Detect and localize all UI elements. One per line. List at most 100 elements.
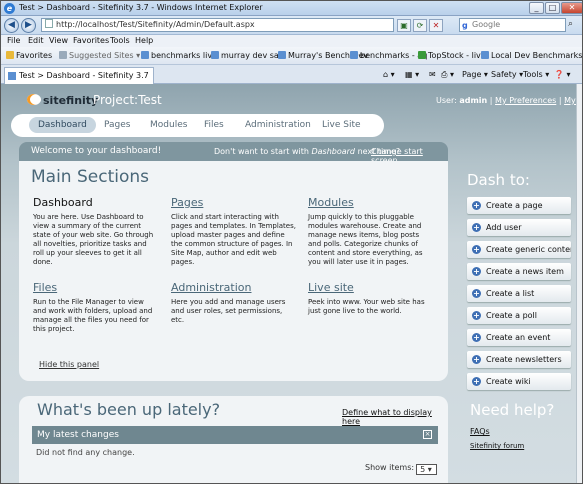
fav-murray-dev-sale[interactable]: murray dev sale: [211, 51, 286, 60]
need-help-title: Need help?: [470, 401, 555, 419]
menu-help[interactable]: Help: [135, 36, 153, 45]
show-items-select[interactable]: 5 ▾: [416, 464, 438, 475]
section-title-link[interactable]: Files: [33, 281, 158, 294]
hide-panel-link[interactable]: Hide this panel: [39, 360, 99, 369]
dash-to-title: Dash to:: [467, 171, 530, 189]
page-icon: [418, 51, 426, 59]
section-desc: Jump quickly to this pluggable modules w…: [308, 213, 423, 266]
stop-icon[interactable]: ✕: [429, 19, 443, 32]
plus-icon: +: [472, 201, 481, 210]
maximize-button[interactable]: □: [545, 2, 560, 14]
menu-bar: File Edit View Favorites Tools Help: [1, 35, 582, 47]
favorites-button[interactable]: Favorites: [6, 51, 52, 60]
tools-menu[interactable]: Tools ▾: [523, 70, 549, 79]
section-files: Files Run to the File Manager to view an…: [33, 281, 158, 334]
url-input[interactable]: http://localhost/Test/Sitefinity/Admin/D…: [41, 18, 394, 32]
main-nav: Dashboard Pages Modules Files Administra…: [11, 114, 384, 137]
safety-menu[interactable]: Safety ▾: [491, 70, 523, 79]
menu-file[interactable]: File: [7, 36, 20, 45]
nav-files[interactable]: Files: [204, 120, 224, 130]
window-title: Test > Dashboard - Sitefinity 3.7 - Wind…: [19, 3, 263, 12]
user-line: User: admin | My Preferences | My profil…: [436, 96, 582, 105]
show-items: Show items: 5 ▾: [365, 463, 438, 475]
forward-button[interactable]: ▶: [21, 18, 36, 33]
address-bar: ◀ ▶ http://localhost/Test/Sitefinity/Adm…: [1, 16, 582, 35]
fav-benchmarks-aq[interactable]: benchmarks - aq: [350, 51, 427, 60]
main-sections-panel: Main Sections Dashboard You are here. Us…: [19, 161, 448, 381]
menu-favorites[interactable]: Favorites: [73, 36, 109, 45]
create-event-button[interactable]: + Create an event: [467, 329, 571, 346]
search-input[interactable]: g Google: [459, 18, 566, 32]
compatibility-view-icon[interactable]: ▣: [397, 19, 411, 32]
section-dashboard: Dashboard You are here. Use Dashboard to…: [33, 196, 158, 267]
faqs-link[interactable]: FAQs: [470, 427, 490, 436]
sitefinity-forum-link[interactable]: Sitefinity forum: [470, 442, 524, 450]
main-sections-title: Main Sections: [31, 167, 150, 187]
fav-suggested-sites[interactable]: Suggested Sites ▾: [59, 51, 140, 60]
create-newsletters-button[interactable]: + Create newsletters: [467, 351, 571, 368]
section-title-link[interactable]: Modules: [308, 196, 433, 209]
scrollbar[interactable]: [576, 84, 582, 483]
close-window-button[interactable]: ✕: [561, 2, 582, 14]
fav-local-dev-benchmarks[interactable]: Local Dev Benchmarks: [481, 51, 582, 60]
create-page-button[interactable]: + Create a page: [467, 197, 571, 214]
plus-icon: +: [472, 223, 481, 232]
create-poll-button[interactable]: + Create a poll: [467, 307, 571, 324]
home-icon[interactable]: ⌂ ▾: [383, 70, 395, 79]
feeds-icon[interactable]: ▦ ▾: [405, 70, 419, 79]
fav-topstock-live[interactable]: TopStock - live: [418, 51, 486, 60]
latest-changes-header: My latest changes ×: [32, 426, 438, 444]
nav-modules[interactable]: Modules: [150, 120, 187, 130]
create-list-button[interactable]: + Create a list: [467, 285, 571, 302]
print-icon[interactable]: ⎙ ▾: [441, 70, 454, 80]
search-icon[interactable]: ⌕: [568, 19, 573, 29]
define-display-link[interactable]: Define what to display here: [342, 408, 448, 426]
plus-icon: +: [472, 333, 481, 342]
section-title-link[interactable]: Pages: [171, 196, 296, 209]
create-generic-content-button[interactable]: + Create generic content: [467, 241, 571, 258]
create-news-item-button[interactable]: + Create a news item: [467, 263, 571, 280]
create-wiki-button[interactable]: + Create wiki: [467, 373, 571, 390]
section-desc: Peek into www. Your web site has just go…: [308, 298, 425, 315]
recent-panel: What's been up lately? Define what to di…: [19, 396, 448, 483]
menu-view[interactable]: View: [49, 36, 68, 45]
sitefinity-logo: sitefinity: [27, 94, 98, 107]
plus-icon: +: [472, 377, 481, 386]
page-icon: [45, 19, 53, 28]
menu-edit[interactable]: Edit: [28, 36, 44, 45]
mail-icon[interactable]: ✉: [429, 70, 436, 79]
nav-administration[interactable]: Administration: [245, 120, 311, 130]
google-icon: g: [462, 21, 468, 30]
nav-pages[interactable]: Pages: [104, 120, 130, 130]
section-title-link[interactable]: Live site: [308, 281, 433, 294]
refresh-icon[interactable]: ⟳: [413, 19, 427, 32]
close-icon[interactable]: ×: [423, 430, 432, 439]
help-menu[interactable]: ❓ ▾: [554, 70, 571, 79]
favorites-bar: Favorites Suggested Sites ▾ benchmarks l…: [1, 47, 582, 65]
star-icon: [6, 51, 14, 59]
minimize-button[interactable]: _: [529, 2, 544, 14]
nav-dashboard[interactable]: Dashboard: [29, 117, 96, 133]
search-placeholder: Google: [472, 20, 501, 29]
page-menu[interactable]: Page ▾: [462, 70, 488, 79]
page-icon: [211, 51, 219, 59]
browser-tab[interactable]: Test > Dashboard - Sitefinity 3.7: [4, 67, 154, 84]
section-title: Dashboard: [33, 196, 93, 209]
plus-icon: +: [472, 311, 481, 320]
menu-tools[interactable]: Tools: [110, 36, 130, 45]
section-pages: Pages Click and start interacting with p…: [171, 196, 296, 267]
fav-benchmarks-live[interactable]: benchmarks live: [141, 51, 217, 60]
page-icon: [8, 72, 16, 80]
nav-live-site[interactable]: Live Site: [322, 120, 361, 130]
tab-bar: Test > Dashboard - Sitefinity 3.7 ⌂ ▾ ▦ …: [1, 65, 582, 84]
add-user-button[interactable]: + Add user: [467, 219, 571, 236]
plus-icon: +: [472, 267, 481, 276]
page-content: sitefinity Project:Test User: admin | My…: [1, 84, 582, 483]
project-title: Project:Test: [93, 93, 162, 107]
my-preferences-link[interactable]: My Preferences: [495, 96, 556, 105]
url-text: http://localhost/Test/Sitefinity/Admin/D…: [56, 20, 255, 29]
section-title-link[interactable]: Administration: [171, 281, 296, 294]
back-button[interactable]: ◀: [4, 18, 19, 33]
page-icon: [278, 51, 286, 59]
section-modules: Modules Jump quickly to this pluggable m…: [308, 196, 433, 267]
